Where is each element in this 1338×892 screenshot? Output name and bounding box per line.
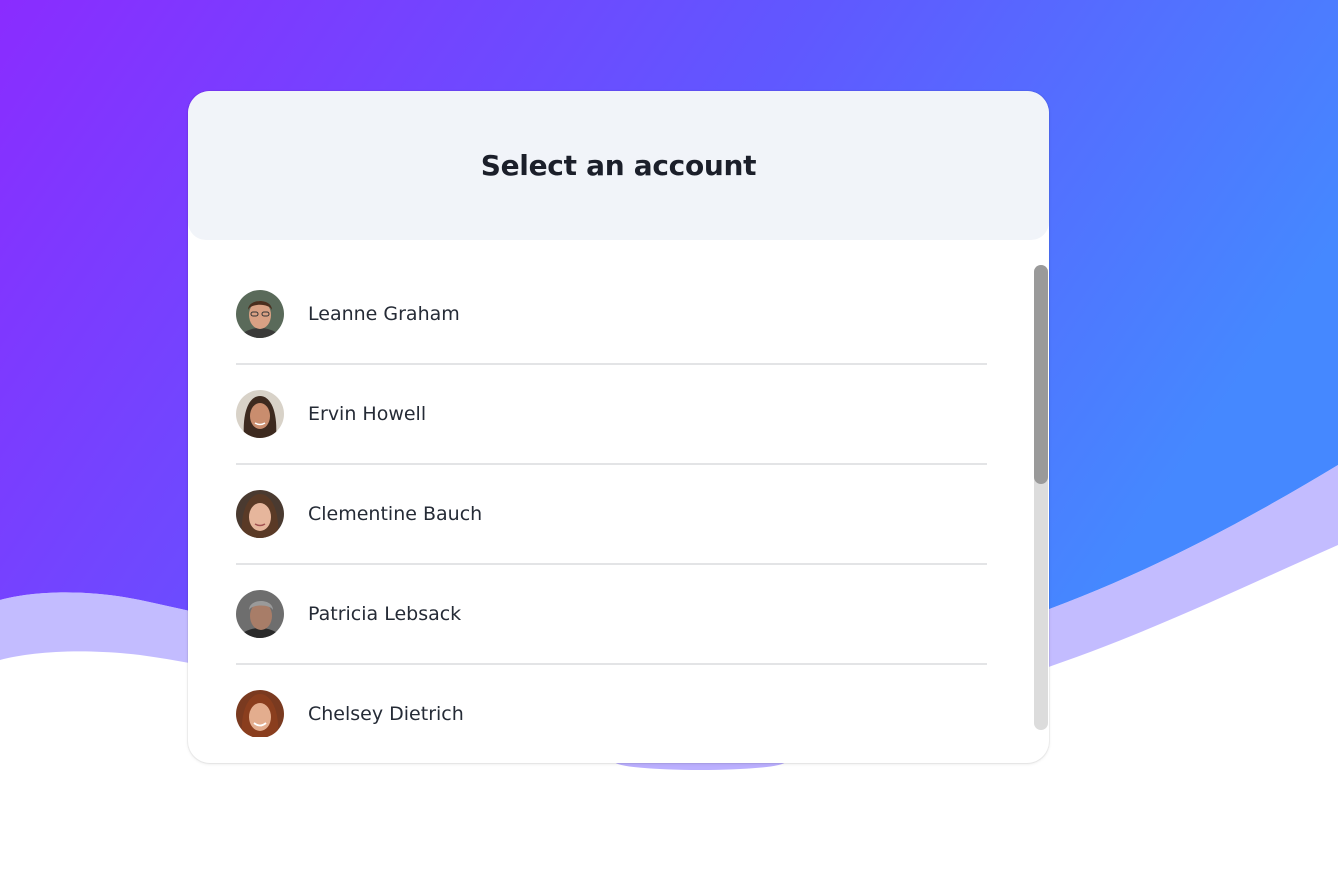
account-name: Leanne Graham [308,303,460,325]
scrollbar-track[interactable] [1034,265,1048,730]
account-name: Ervin Howell [308,403,427,425]
account-item-chelsey-dietrich[interactable]: Chelsey Dietrich [236,665,987,737]
page-background: Select an account Leanne Graham Ervin Ho… [0,0,1338,892]
dialog-title: Select an account [480,149,757,182]
account-name: Chelsey Dietrich [308,703,464,725]
account-item-clementine-bauch[interactable]: Clementine Bauch [236,465,987,565]
avatar [236,290,284,338]
account-item-leanne-graham[interactable]: Leanne Graham [236,265,987,365]
dialog-header: Select an account [188,91,1049,240]
account-item-ervin-howell[interactable]: Ervin Howell [236,365,987,465]
account-list: Leanne Graham Ervin Howell Clementine Ba… [188,265,1049,737]
avatar [236,690,284,737]
scrollbar-thumb[interactable] [1034,265,1048,484]
account-picker-dialog: Select an account Leanne Graham Ervin Ho… [188,91,1049,763]
account-item-patricia-lebsack[interactable]: Patricia Lebsack [236,565,987,665]
account-list-viewport[interactable]: Leanne Graham Ervin Howell Clementine Ba… [188,265,1049,737]
avatar [236,490,284,538]
account-name: Patricia Lebsack [308,603,462,625]
account-name: Clementine Bauch [308,503,483,525]
avatar [236,590,284,638]
avatar [236,390,284,438]
